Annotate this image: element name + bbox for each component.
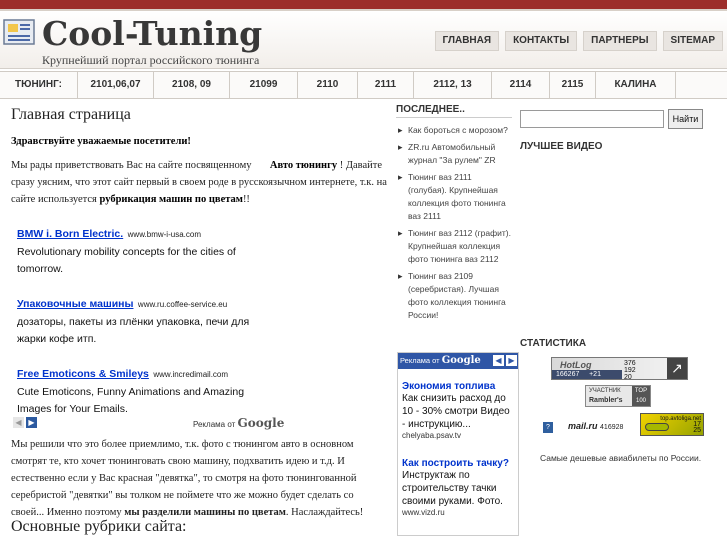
ad-prev-arrow-icon[interactable]: ◀ <box>13 417 24 428</box>
latest-column: ПОСЛЕДНЕЕ.. Как бороться с морозом? ZR.r… <box>396 104 512 326</box>
search-button[interactable]: Найти <box>668 109 703 129</box>
mailru-counter[interactable]: mail.ru 416928 <box>568 421 635 434</box>
ad-block: Упаковочные машины www.ru.coffee-service… <box>17 294 257 348</box>
hotlog-total: 166267 <box>556 371 580 378</box>
ads-by-prefix: Реклама от <box>193 420 236 429</box>
ad-next-arrow-icon[interactable]: ▶ <box>26 417 37 428</box>
top-stripe <box>0 0 727 9</box>
intro-bold-1: Авто тюнингу <box>269 160 338 171</box>
main-content: Главная страница Здравствуйте уважаемые … <box>11 104 389 208</box>
question-icon[interactable]: ? <box>543 422 553 433</box>
ad-title-link[interactable]: Free Emoticons & Smileys <box>17 368 149 380</box>
avtoliga-count: 17 25 <box>693 421 701 434</box>
google-ad-text: Инструктаж по строительству тачки своими… <box>402 470 503 507</box>
google-ad-pager: ◀ ▶ <box>493 355 517 366</box>
google-ad-title[interactable]: Как построить тачку? <box>402 458 514 469</box>
nav-home-button[interactable]: ГЛАВНАЯ <box>434 31 500 51</box>
rambler-member-label: УЧАСТНИК <box>589 388 621 394</box>
google-ad-box: Реклама от Google ◀ ▶ Экономия топлива К… <box>397 352 519 536</box>
tuning-nav-item[interactable]: 21099 <box>230 72 298 98</box>
latest-item[interactable]: ZR.ru Автомобильный журнал "За рулем" ZR <box>396 141 512 167</box>
ad-text: Revolutionary mobility concepts for the … <box>17 246 236 275</box>
tuning-nav-item[interactable]: 2101,06,07 <box>78 72 154 98</box>
tuning-nav-item[interactable]: 2115 <box>550 72 596 98</box>
prev-arrow-icon[interactable]: ◀ <box>493 355 504 366</box>
rambler-top100-counter[interactable]: УЧАСТНИК Rambler's TOP 100 <box>585 385 651 407</box>
ad-url[interactable]: www.ru.coffee-service.eu <box>138 300 227 309</box>
intro-paragraph: Мы рады приветствовать Вас на сайте посв… <box>11 157 389 208</box>
intro-text-3: !! <box>242 194 250 205</box>
tuning-nav-item[interactable]: 2110 <box>298 72 358 98</box>
tuning-nav-item[interactable]: КАЛИНА <box>596 72 676 98</box>
google-ad-title[interactable]: Экономия топлива <box>402 381 514 392</box>
section-heading: Основные рубрики сайта: <box>11 518 187 535</box>
tuning-nav-item[interactable]: 2108, 09 <box>154 72 230 98</box>
next-arrow-icon[interactable]: ▶ <box>506 355 517 366</box>
google-ad-body: Экономия топлива Как снизить расход до 1… <box>398 369 518 517</box>
hotlog-arrow-icon: ↗ <box>667 358 687 379</box>
site-title[interactable]: Cool-Tuning <box>42 14 262 54</box>
nav-sitemap-button[interactable]: SITEMAP <box>662 31 723 51</box>
latest-item[interactable]: Как бороться с морозом? <box>396 124 512 137</box>
site-header: Cool-Tuning Крупнейший портал российског… <box>0 11 727 69</box>
intro-text-1: Мы рады приветствовать Вас на сайте посв… <box>11 160 252 171</box>
latest-item[interactable]: Тюнинг ваз 2109 (серебристая). Лучшая фо… <box>396 270 512 322</box>
google-ad-url[interactable]: www.vizd.ru <box>402 508 514 517</box>
tuning-nav-label: ТЮНИНГ: <box>0 72 78 98</box>
ads-by-google[interactable]: Реклама от Google <box>193 416 284 430</box>
hotlog-numbers: 376 192 20 <box>624 360 636 380</box>
mailru-count: 416928 <box>600 424 624 431</box>
ad-title-link[interactable]: BMW i. Born Electric. <box>17 228 123 240</box>
rambler-label: Rambler's <box>589 397 623 404</box>
avtoliga-numbers: top.avtoliga.net 17 25 <box>660 416 701 434</box>
ad-block: Free Emoticons & Smileys www.incredimail… <box>17 364 257 418</box>
site-subtitle: Крупнейший портал российского тюнинга <box>42 53 260 67</box>
stats-title: СТАТИСТИКА <box>520 338 587 349</box>
best-video-title: ЛУЧШЕЕ ВИДЕО <box>520 141 603 152</box>
latest-title: ПОСЛЕДНЕЕ.. <box>396 104 512 118</box>
ad-url[interactable]: www.incredimail.com <box>153 370 228 379</box>
tuning-nav-item[interactable]: 2111 <box>358 72 414 98</box>
tuning-nav-item[interactable]: 2114 <box>492 72 550 98</box>
google-logo: Google <box>237 416 285 430</box>
google-ad-prefix: Реклама от <box>400 356 440 365</box>
rambler-top100-badge: TOP 100 <box>632 386 650 406</box>
google-logo: Google <box>441 355 481 366</box>
ad-text: Cute Emoticons, Funny Animations and Ama… <box>17 386 245 415</box>
tuning-nav: ТЮНИНГ: 2101,06,07 2108, 09 21099 2110 2… <box>0 71 727 99</box>
body-paragraph: Мы решили что это более приемлимо, т.к. … <box>11 436 381 521</box>
page-title: Главная страница <box>11 106 131 123</box>
para2-text-2: . Наслаждайтесь! <box>285 507 364 518</box>
ad-url[interactable]: www.bmw-i-usa.com <box>128 230 201 239</box>
nav-partners-button[interactable]: ПАРТНЕРЫ <box>583 31 657 51</box>
latest-list: Как бороться с морозом? ZR.ru Автомобиль… <box>396 124 512 322</box>
top-navigation: ГЛАВНАЯ КОНТАКТЫ ПАРТНЕРЫ SITEMAP <box>434 31 723 51</box>
mailru-logo: mail.ru <box>568 421 598 431</box>
hotlog-delta: +21 <box>589 371 601 378</box>
hotlog-count: 166267 +21 <box>552 370 622 379</box>
tuning-nav-item[interactable]: 2112, 13 <box>414 72 492 98</box>
text-ads: BMW i. Born Electric. www.bmw-i-usa.com … <box>17 224 257 434</box>
hotlog-logo: HotLog <box>560 360 592 370</box>
latest-item[interactable]: Тюнинг ваз 2112 (графит). Крупнейшая кол… <box>396 227 512 266</box>
ad-pager: ◀ ▶ <box>13 417 37 428</box>
ad-block: BMW i. Born Electric. www.bmw-i-usa.com … <box>17 224 257 278</box>
avtoliga-counter[interactable]: top.avtoliga.net 17 25 <box>640 413 704 436</box>
ad-title-link[interactable]: Упаковочные машины <box>17 298 133 310</box>
newspaper-logo-icon <box>3 19 35 45</box>
latest-item[interactable]: Тюнинг ваз 2111 (голубая). Крупнейшая ко… <box>396 171 512 223</box>
google-ad-text: Как снизить расход до 10 - 30% смотри Ви… <box>402 393 510 430</box>
google-ad-url[interactable]: chelyaba.psav.tv <box>402 431 514 440</box>
cheap-flights-link[interactable]: Самые дешевые авиабилеты по России. <box>540 453 701 463</box>
intro-bold-2: рубрикация машин по цветам <box>99 194 243 205</box>
welcome-text: Здравствуйте уважаемые посетители! <box>11 136 191 147</box>
google-ad-header[interactable]: Реклама от Google ◀ ▶ <box>398 353 518 369</box>
ad-text: дозаторы, пакеты из плёнки упаковка, печ… <box>17 316 250 345</box>
hotlog-counter[interactable]: HotLog 166267 +21 376 192 20 ↗ <box>551 357 688 380</box>
search-input[interactable] <box>520 110 664 128</box>
nav-contacts-button[interactable]: КОНТАКТЫ <box>505 31 578 51</box>
para2-bold: мы разделили машины по цветам <box>124 507 286 518</box>
